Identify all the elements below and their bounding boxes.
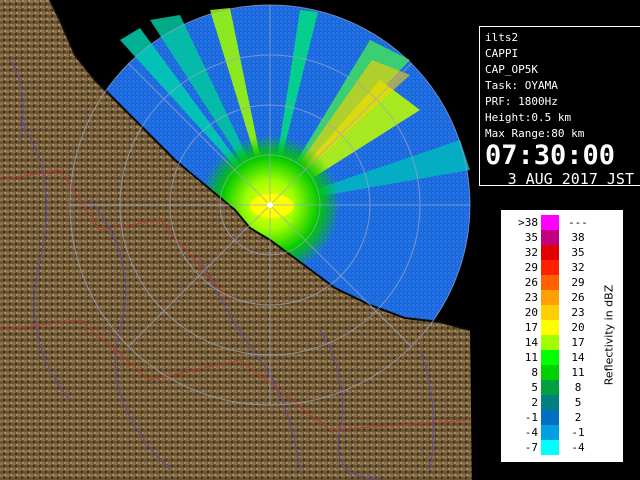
legend-color-swatch: [541, 305, 559, 320]
legend-row: 32 35: [501, 245, 601, 260]
legend-upper-bound: -1: [571, 426, 585, 439]
legend-lower-bound: 5: [531, 381, 538, 394]
legend-lower-bound: 32: [524, 246, 538, 259]
legend-color-swatch: [541, 260, 559, 275]
legend-row: 20 23: [501, 305, 601, 320]
legend-lower-bound: -4: [524, 426, 538, 439]
legend-lower-bound: 35: [524, 231, 538, 244]
legend-lower-bound: -1: [524, 411, 538, 424]
legend-upper-bound: ---: [568, 216, 588, 229]
legend-upper-bound: 32: [571, 261, 585, 274]
legend-row: >38 ---: [501, 215, 601, 230]
legend-row: 58: [501, 380, 601, 395]
legend-upper-bound: 5: [574, 396, 582, 409]
legend-lower-bound: 26: [524, 276, 538, 289]
legend-lower-bound: 11: [524, 351, 538, 364]
legend-row: 8 11: [501, 365, 601, 380]
legend-color-swatch: [541, 230, 559, 245]
observation-time: 07:30:00: [485, 140, 616, 171]
info-panel: ilts2 CAPPI CAP_OP5K Task: OYAMA PRF: 18…: [479, 26, 640, 188]
legend-lower-bound: 29: [524, 261, 538, 274]
legend-row: -7 -4: [501, 440, 601, 455]
legend-color-swatch: [541, 350, 559, 365]
legend-lower-bound: -7: [524, 441, 538, 454]
legend-upper-bound: 35: [571, 246, 585, 259]
legend-lower-bound: 23: [524, 291, 538, 304]
legend-color-swatch: [541, 275, 559, 290]
legend-color-swatch: [541, 425, 559, 440]
radar-name: ilts2: [485, 31, 519, 44]
legend-color-swatch: [541, 410, 559, 425]
legend-upper-bound: 11: [571, 366, 585, 379]
product-code: CAP_OP5K: [485, 63, 538, 76]
legend-color-swatch: [541, 365, 559, 380]
legend-upper-bound: 2: [574, 411, 582, 424]
legend-upper-bound: 20: [571, 321, 585, 334]
legend-upper-bound: -4: [571, 441, 585, 454]
legend-unit-label: Reflectivity in dBZ: [597, 250, 621, 420]
legend-color-swatch: [541, 335, 559, 350]
legend-row: 17 20: [501, 320, 601, 335]
height-value: Height:0.5 km: [485, 111, 572, 124]
prf-value: PRF: 1800Hz: [485, 95, 558, 108]
task-name: Task: OYAMA: [485, 79, 558, 92]
legend-unit-text: Reflectivity in dBZ: [602, 284, 616, 386]
legend-row: 35 38: [501, 230, 601, 245]
legend-upper-bound: 8: [574, 381, 582, 394]
legend-row: -4 -1: [501, 425, 601, 440]
legend-upper-bound: 29: [571, 276, 585, 289]
legend-upper-bound: 26: [571, 291, 585, 304]
legend-color-swatch: [541, 380, 559, 395]
legend-row: 14 17: [501, 335, 601, 350]
reflectivity-legend: >38 --- 35 38 32 35 29 32 26 29 23 26 20 23 17 20 14 17 11…: [500, 209, 624, 463]
legend-row: 29 32: [501, 260, 601, 275]
legend-row: 26 29: [501, 275, 601, 290]
legend-color-swatch: [541, 245, 559, 260]
legend-lower-bound: >38: [518, 216, 538, 229]
legend-lower-bound: 2: [531, 396, 538, 409]
legend-row: 11 14: [501, 350, 601, 365]
legend-upper-bound: 14: [571, 351, 585, 364]
legend-row: 25: [501, 395, 601, 410]
legend-color-swatch: [541, 320, 559, 335]
legend-color-swatch: [541, 440, 559, 455]
observation-date: 3 AUG 2017 JST: [507, 170, 634, 188]
legend-row: -1 2: [501, 410, 601, 425]
legend-color-swatch: [541, 395, 559, 410]
legend-upper-bound: 23: [571, 306, 585, 319]
legend-color-swatch: [541, 290, 559, 305]
legend-row: 23 26: [501, 290, 601, 305]
legend-lower-bound: 14: [524, 336, 538, 349]
product-type: CAPPI: [485, 47, 519, 60]
legend-lower-bound: 20: [524, 306, 538, 319]
legend-lower-bound: 8: [531, 366, 538, 379]
radar-site-marker: [267, 202, 273, 208]
legend-color-swatch: [541, 215, 559, 230]
legend-upper-bound: 17: [571, 336, 585, 349]
legend-upper-bound: 38: [571, 231, 585, 244]
legend-lower-bound: 17: [524, 321, 538, 334]
